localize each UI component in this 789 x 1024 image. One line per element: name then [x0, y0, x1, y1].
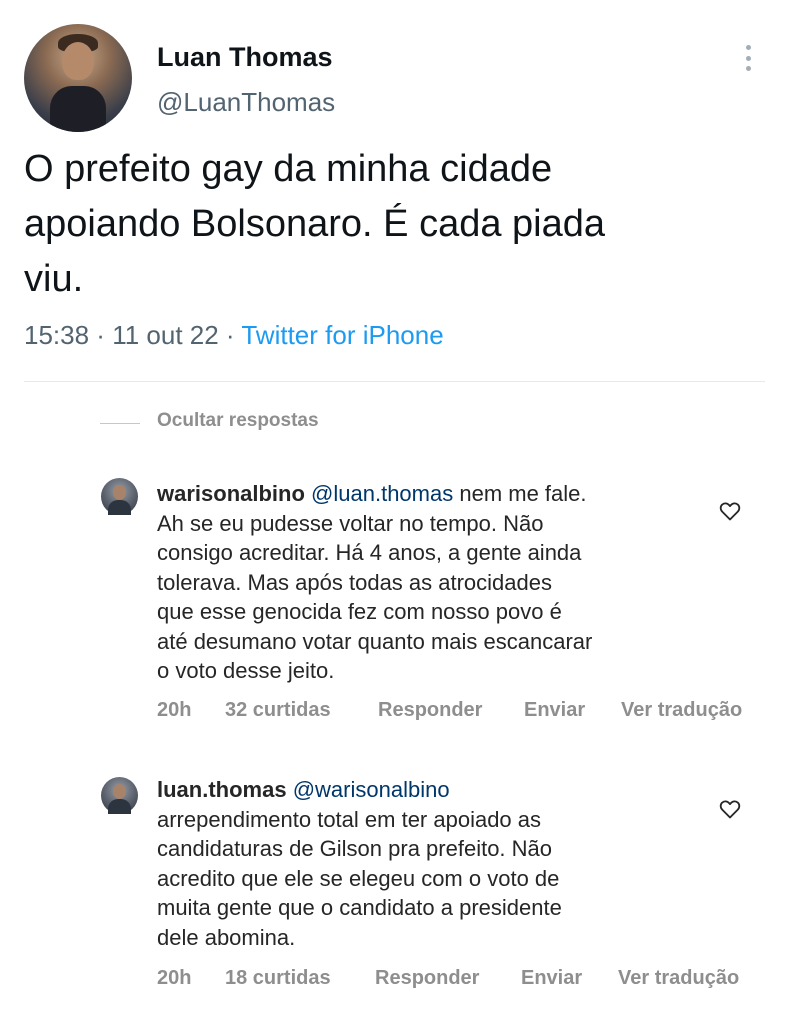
tweet-text-line: O prefeito gay da minha cidade — [24, 148, 553, 190]
author-handle[interactable]: @LuanThomas — [157, 87, 335, 118]
likes-count[interactable]: 18 curtidas — [225, 967, 375, 990]
comment-text-line: acredito que ele se elegeu com o voto de — [157, 865, 560, 891]
dot — [745, 66, 751, 71]
tweet-date[interactable]: 11 out 22 — [112, 320, 219, 350]
reply-button[interactable]: Responder — [378, 699, 524, 722]
tweet-screen: Luan Thomas @LuanThomas O prefeito gay d… — [0, 0, 789, 1024]
avatar-face — [113, 784, 126, 799]
translate-button[interactable]: Ver tradução — [618, 967, 739, 990]
author-avatar[interactable] — [24, 24, 132, 132]
tweet-time[interactable]: 15:38 — [24, 320, 89, 350]
send-button[interactable]: Enviar — [521, 967, 618, 990]
comment-mention[interactable]: @luan.thomas — [311, 481, 453, 506]
hide-replies-button[interactable]: Ocultar respostas — [157, 410, 319, 432]
comment-text-line: arrependimento total em ter apoiado as — [157, 806, 542, 832]
comment-text-line: candidaturas de Gilson pra prefeito. Não — [157, 836, 553, 861]
comment-text-line: o voto desse jeito. — [157, 658, 335, 683]
comment-actions: 20h 32 curtidas Responder Enviar Ver tra… — [157, 699, 742, 722]
avatar-body — [108, 799, 131, 814]
comment-mention[interactable]: @warisonalbino — [293, 777, 450, 802]
tweet-text: O prefeito gay da minha cidade apoiando … — [24, 142, 764, 307]
comment-username[interactable]: warisonalbino — [157, 481, 305, 506]
comment-text-line: que esse genocida fez com nosso povo é — [157, 599, 562, 624]
author-name[interactable]: Luan Thomas — [157, 42, 333, 73]
translate-button[interactable]: Ver tradução — [621, 699, 742, 722]
comment-text-line: tolerava. Mas após todas as atrocidades — [157, 569, 553, 595]
comment-actions: 20h 18 curtidas Responder Enviar Ver tra… — [157, 967, 739, 990]
hide-replies-line — [100, 423, 140, 424]
comment-body: warisonalbino @luan.thomas nem me fale. … — [157, 479, 702, 686]
reply-button[interactable]: Responder — [375, 967, 521, 990]
comment-text-line: dele abomina. — [157, 924, 296, 950]
comment-time: 20h — [157, 967, 192, 989]
comment-time: 20h — [157, 699, 192, 721]
comment-username[interactable]: luan.thomas — [157, 777, 287, 802]
comment-first-line: luan.thomas @warisonalbino — [157, 775, 702, 805]
comment-text-line: Ah se eu pudesse voltar no tempo. Não — [157, 510, 544, 536]
tweet-source-link[interactable]: Twitter for iPhone — [241, 320, 443, 350]
tweet-text-line: apoiando Bolsonaro. É cada piada — [24, 203, 606, 245]
commenter-avatar[interactable] — [101, 478, 138, 515]
comment-text-line: muita gente que o candidato a presidente — [157, 895, 562, 920]
dot — [745, 45, 751, 50]
avatar-head — [62, 42, 94, 80]
avatar-shirt — [50, 86, 106, 132]
commenter-avatar[interactable] — [101, 777, 138, 814]
meta-separator: · — [218, 320, 242, 350]
heart-icon[interactable] — [718, 797, 742, 821]
comment-text-line: consigo acreditar. Há 4 anos, a gente ai… — [157, 540, 582, 565]
likes-count[interactable]: 32 curtidas — [225, 699, 378, 722]
divider — [24, 381, 765, 382]
heart-icon[interactable] — [718, 499, 742, 523]
avatar-body — [108, 500, 131, 515]
comment-first-line: warisonalbino @luan.thomas nem me fale. — [157, 479, 702, 509]
tweet-meta: 15:38 · 11 out 22 · Twitter for iPhone — [24, 320, 444, 351]
comment-text: nem me fale. — [453, 481, 587, 506]
avatar-face — [113, 485, 126, 500]
tweet-text-line: viu. — [24, 258, 84, 300]
more-vertical-icon[interactable] — [736, 40, 760, 76]
comment-text-line: até desumano votar quanto mais escancara… — [157, 628, 593, 654]
send-button[interactable]: Enviar — [524, 699, 621, 722]
meta-separator: · — [89, 320, 113, 350]
comment-body: luan.thomas @warisonalbino arrependiment… — [157, 775, 702, 952]
dot — [745, 55, 751, 61]
